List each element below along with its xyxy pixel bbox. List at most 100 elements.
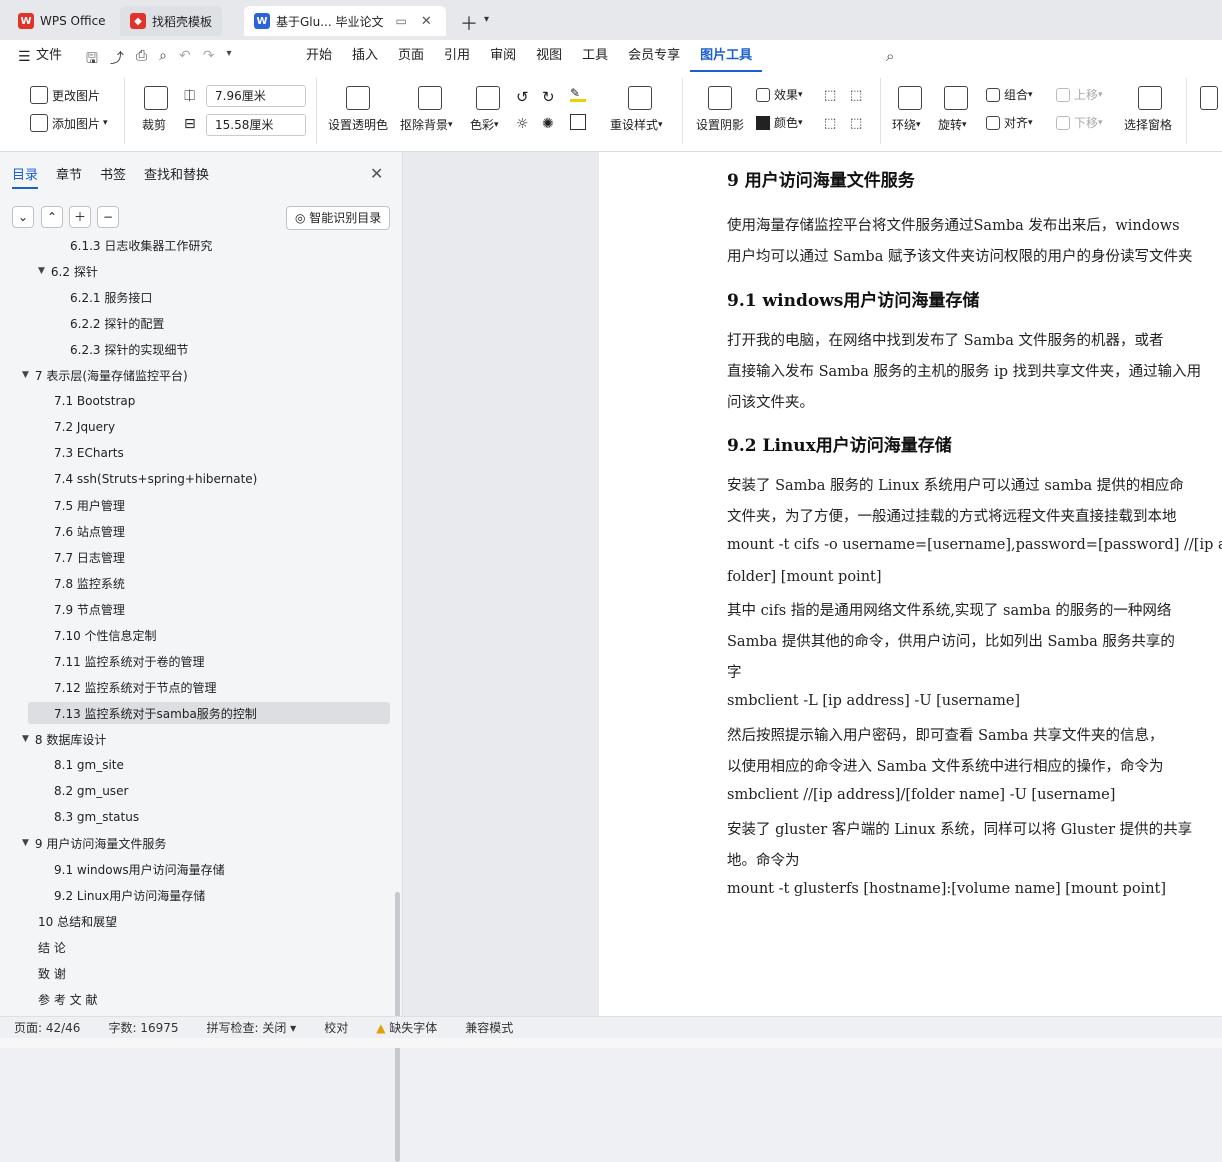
rotate-right-icon[interactable]: ↻ — [542, 88, 555, 106]
height-input[interactable]: 15.58厘米 — [206, 114, 306, 136]
tab-picture-tools[interactable]: 图片工具 — [690, 40, 763, 72]
move-down-button[interactable]: 下移 ▾ — [1056, 114, 1103, 131]
share-icon[interactable]: ⤴ — [110, 48, 124, 72]
tab-wps-office[interactable]: W WPS Office — [8, 6, 116, 36]
color-icon[interactable] — [476, 86, 500, 110]
remove-background-button[interactable]: 抠除背景 ▾ — [400, 116, 453, 133]
expand-down-button[interactable]: ⌄ — [12, 206, 34, 228]
width-input[interactable]: 7.96厘米 — [206, 85, 306, 107]
toc-item[interactable]: ▼ 9 用户访问海量文件服务 — [22, 832, 166, 854]
change-image-button[interactable]: 更改图片 — [30, 86, 100, 104]
remove-heading-button[interactable]: − — [97, 206, 119, 228]
collapse-up-button[interactable]: ⌃ — [41, 206, 63, 228]
reset-style-button[interactable]: 重设样式 ▾ — [610, 116, 663, 133]
tab-docer[interactable]: ◆ 找稻壳模板 — [120, 6, 223, 36]
toc-item[interactable]: 7.10 个性信息定制 — [54, 624, 157, 646]
toc-item[interactable]: 7.9 节点管理 — [54, 598, 125, 620]
reset-style-icon[interactable] — [628, 86, 652, 110]
toc-item[interactable]: 6.1.3 日志收集器工作研究 — [70, 240, 212, 256]
rotate-button[interactable]: 旋转 ▾ — [938, 116, 967, 133]
collapse-arrow-icon[interactable]: ▼ — [22, 370, 29, 380]
collapse-arrow-icon[interactable]: ▼ — [38, 266, 45, 276]
toc-item[interactable]: 9.2 Linux用户访问海量存储 — [54, 884, 205, 906]
group-button[interactable]: 组合 ▾ — [986, 86, 1033, 103]
tab-references[interactable]: 引用 — [434, 40, 480, 72]
toc-item[interactable]: ▼ 6.2 探针 — [38, 260, 98, 282]
chevron-down-icon[interactable]: ▾ — [226, 48, 231, 72]
toc-item[interactable]: 8.3 gm_status — [54, 806, 139, 828]
page-indicator[interactable]: 页面: 42/46 — [0, 1019, 94, 1036]
print-icon[interactable]: ⎙ — [136, 48, 147, 72]
selection-pane-button[interactable]: 选择窗格 — [1124, 116, 1172, 133]
set-shadow-button[interactable]: 设置阴影 — [696, 116, 744, 133]
toc-item[interactable]: 7.13 监控系统对于samba服务的控制 — [28, 702, 390, 724]
toc-item[interactable]: 8.1 gm_site — [54, 754, 124, 776]
wrap-button[interactable]: 环绕 ▾ — [892, 116, 921, 133]
wrap-icon[interactable] — [898, 86, 922, 110]
toc-item[interactable]: 10 总结和展望 — [38, 910, 117, 932]
redo-icon[interactable]: ↷ — [203, 48, 215, 72]
shadow-right-icon[interactable]: ⬚ — [850, 116, 862, 131]
crop-icon[interactable] — [144, 86, 168, 110]
add-image-button[interactable]: 添加图片 ▾ — [30, 114, 108, 132]
toc-item[interactable]: 6.2.1 服务接口 — [70, 286, 152, 308]
save-icon[interactable]: 🖫 — [86, 48, 98, 72]
tab-review[interactable]: 审阅 — [480, 40, 526, 72]
tab-insert[interactable]: 插入 — [342, 40, 388, 72]
highlight-color-icon[interactable]: ✎ — [570, 86, 586, 102]
chevron-down-icon[interactable]: ▾ — [484, 14, 489, 25]
tab-toc[interactable]: 目录 — [12, 164, 39, 189]
tab-home[interactable]: 开始 — [296, 40, 342, 72]
word-count[interactable]: 字数: 16975 — [94, 1019, 192, 1036]
more-icon[interactable] — [1200, 86, 1218, 110]
set-transparent-button[interactable]: 设置透明色 — [328, 116, 388, 133]
toc-item[interactable]: 致 谢 — [38, 962, 66, 984]
toc-item[interactable]: 结 论 — [38, 936, 66, 958]
shade-color-button[interactable]: 颜色 ▾ — [756, 114, 803, 131]
print-preview-icon[interactable]: ⌕ — [159, 48, 167, 72]
toc-item[interactable]: 7.12 监控系统对于节点的管理 — [54, 676, 217, 698]
rotate-left-icon[interactable]: ↺ — [516, 88, 529, 106]
toc-item[interactable]: 参 考 文 献 — [38, 988, 97, 1010]
shadow-left-icon[interactable]: ⬚ — [824, 116, 836, 131]
toc-item[interactable]: ▼ 7 表示层(海量存储监控平台) — [22, 364, 188, 386]
set-shadow-icon[interactable] — [708, 86, 732, 110]
toc-item[interactable]: 7.3 ECharts — [54, 442, 124, 464]
search-icon[interactable]: ⌕ — [886, 47, 894, 65]
toc-item[interactable]: 7.2 Jquery — [54, 416, 115, 438]
selection-pane-icon[interactable] — [1138, 86, 1162, 110]
tab-document[interactable]: W 基于Glu... 毕业论文 ▭ ✕ — [244, 6, 446, 36]
tab-chapters[interactable]: 章节 — [56, 164, 82, 189]
close-icon[interactable]: ✕ — [370, 164, 383, 183]
add-heading-button[interactable]: ＋ — [69, 206, 91, 228]
tab-view[interactable]: 视图 — [526, 40, 572, 72]
move-up-button[interactable]: 上移 ▾ — [1056, 86, 1103, 103]
toc-item[interactable]: 9.1 windows用户访问海量存储 — [54, 858, 225, 880]
tab-bookmarks[interactable]: 书签 — [100, 164, 126, 189]
crop-button[interactable]: 裁剪 — [142, 116, 166, 133]
effect-button[interactable]: 效果 ▾ — [756, 86, 803, 103]
tab-find-replace[interactable]: 查找和替换 — [144, 164, 209, 189]
proofread-button[interactable]: 校对 — [310, 1019, 362, 1036]
tab-member[interactable]: 会员专享 — [618, 40, 690, 72]
toc-item[interactable]: 7.5 用户管理 — [54, 494, 125, 516]
toc-item[interactable]: 7.11 监控系统对于卷的管理 — [54, 650, 205, 672]
collapse-arrow-icon[interactable]: ▼ — [22, 838, 29, 848]
border-color-icon[interactable] — [570, 114, 586, 130]
file-menu[interactable]: 文件 — [26, 40, 72, 72]
close-icon[interactable]: ✕ — [421, 14, 432, 29]
toc-item[interactable]: 7.1 Bootstrap — [54, 390, 135, 412]
toc-item[interactable]: 7.4 ssh(Struts+spring+hibernate) — [54, 468, 257, 490]
align-button[interactable]: 对齐 ▾ — [986, 114, 1033, 131]
missing-font-button[interactable]: ▲ 缺失字体 — [362, 1019, 451, 1036]
toc-item[interactable]: 8.2 gm_user — [54, 780, 128, 802]
undo-icon[interactable]: ↶ — [179, 48, 191, 72]
shadow-up-icon[interactable]: ⬚ — [824, 88, 836, 103]
set-transparent-icon[interactable] — [346, 86, 370, 110]
toc-item[interactable]: 7.7 日志管理 — [54, 546, 125, 568]
spell-check-toggle[interactable]: 拼写检查: 关闭 ▾ — [193, 1019, 311, 1036]
collapse-arrow-icon[interactable]: ▼ — [22, 734, 29, 744]
new-tab-icon[interactable]: ＋ — [460, 10, 478, 36]
tab-tools[interactable]: 工具 — [572, 40, 618, 72]
window-icon[interactable]: ▭ — [396, 14, 407, 28]
